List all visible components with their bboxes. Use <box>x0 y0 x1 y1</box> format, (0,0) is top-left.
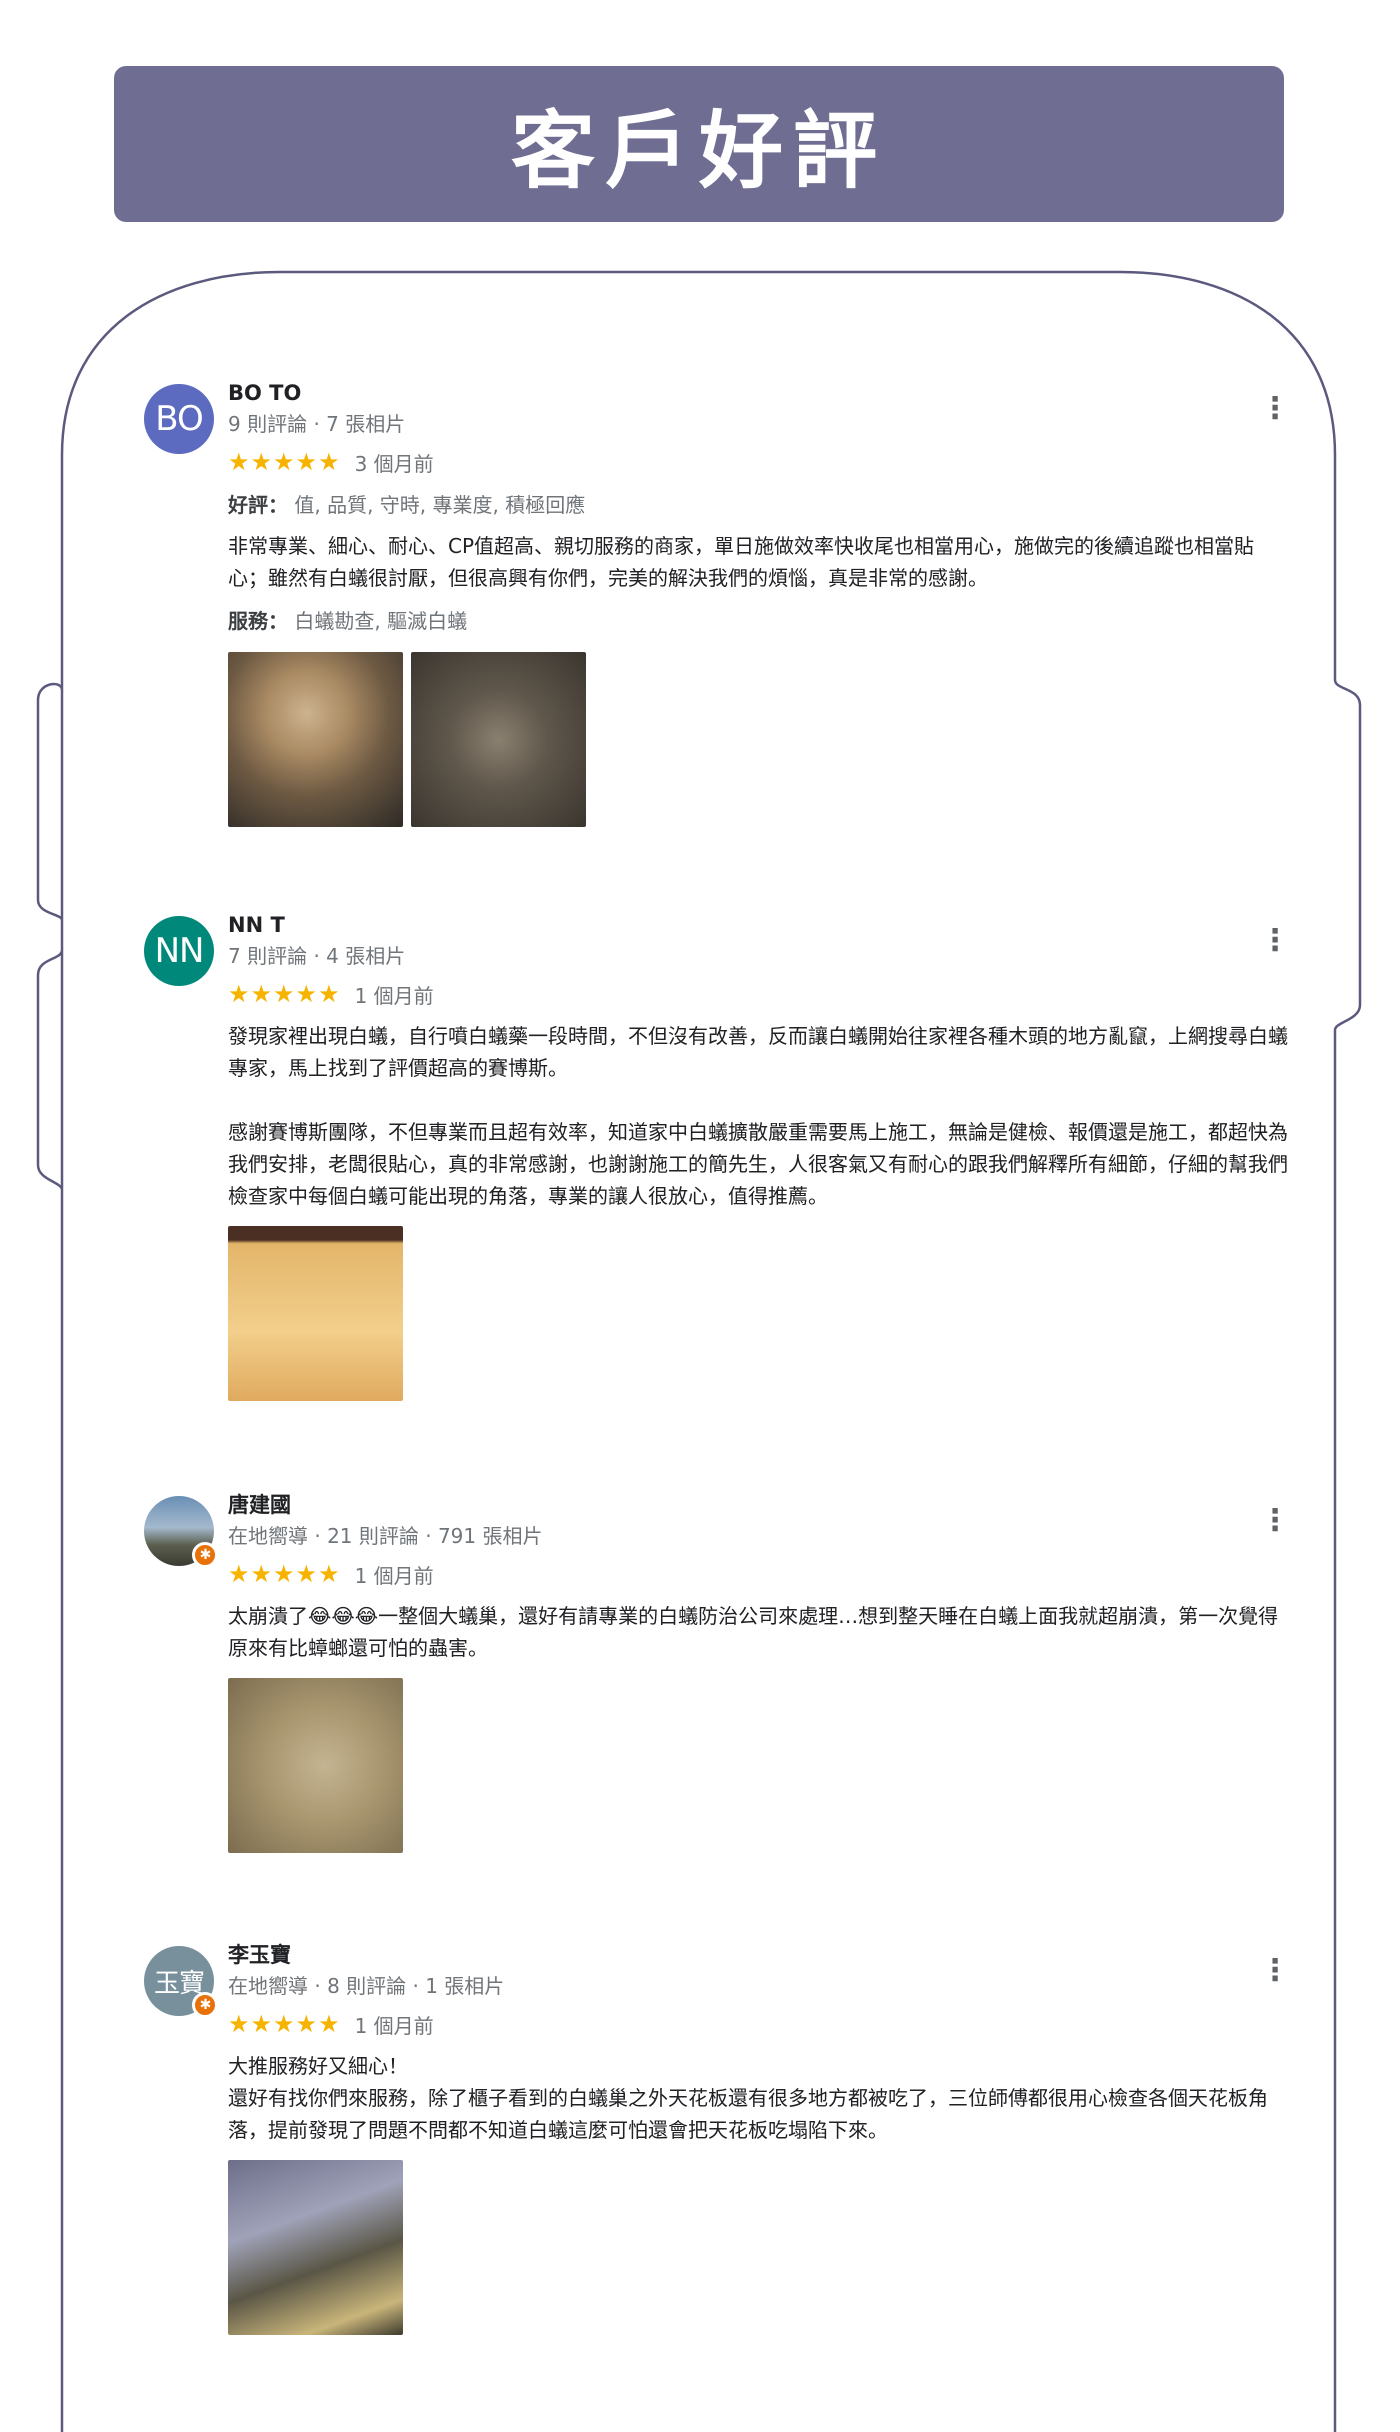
page-title: 客戶好評 <box>510 101 887 200</box>
review-photos <box>228 2160 1288 2335</box>
rating-row: ★★★★★ 1 個月前 <box>228 972 1288 1016</box>
review-time: 3 個月前 <box>354 451 434 476</box>
rating-row: ★★★★★ 3 個月前 <box>228 440 1288 484</box>
review-card: ✱ 唐建國 在地嚮導 · 21 則評論 · 791 張相片 ★★★★★ 1 個月… <box>140 1490 1300 1890</box>
reviewer-name[interactable]: 唐建國 <box>228 1490 1288 1520</box>
review-body: 唐建國 在地嚮導 · 21 則評論 · 791 張相片 ★★★★★ 1 個月前 … <box>228 1490 1288 1853</box>
avatar-initials: NN <box>154 931 205 971</box>
review-text: 太崩潰了😂😂😂一整個大蟻巢，還好有請專業的白蟻防治公司來處理…想到整天睡在白蟻上… <box>228 1604 1279 1660</box>
service-tags: 服務： 白蟻勘查, 驅滅白蟻 <box>228 604 1288 638</box>
review-body: NN T 7 則評論 · 4 張相片 ★★★★★ 1 個月前 發現家裡出現白蟻，… <box>228 910 1288 1401</box>
reviewer-name[interactable]: BO TO <box>228 378 1288 408</box>
review-photos <box>228 1226 1288 1401</box>
review-photo[interactable] <box>228 1678 403 1853</box>
review-card: 玉寶 ✱ 李玉寶 在地嚮導 · 8 則評論 · 1 張相片 ★★★★★ 1 個月… <box>140 1940 1300 2360</box>
avatar[interactable]: NN <box>144 916 214 986</box>
positive-tags-values: 值, 品質, 守時, 專業度, 積極回應 <box>294 493 586 517</box>
reviewer-name[interactable]: 李玉寶 <box>228 1940 1288 1970</box>
local-guide-badge-icon: ✱ <box>192 1542 218 1568</box>
more-options-icon[interactable]: ⋮ <box>1260 1496 1290 1546</box>
more-options-icon[interactable]: ⋮ <box>1260 916 1290 966</box>
positive-tags-label: 好評： <box>228 493 288 517</box>
service-tags-label: 服務： <box>228 609 288 633</box>
avatar[interactable]: ✱ <box>144 1496 218 1568</box>
avatar[interactable]: 玉寶 ✱ <box>144 1946 218 2018</box>
review-photos <box>228 652 1288 827</box>
review-time: 1 個月前 <box>354 983 434 1008</box>
review-text: 大推服務好又細心！ 還好有找你們來服務，除了櫃子看到的白蟻巢之外天花板還有很多地… <box>228 2054 1268 2142</box>
review-photo[interactable] <box>228 652 403 827</box>
star-rating: ★★★★★ <box>228 980 341 1008</box>
review-photos <box>228 1678 1288 1853</box>
reviewer-meta: 7 則評論 · 4 張相片 <box>228 944 406 968</box>
more-options-icon[interactable]: ⋮ <box>1260 384 1290 434</box>
review-time: 1 個月前 <box>354 2013 434 2038</box>
reviewer-name[interactable]: NN T <box>228 910 1288 940</box>
avatar-initials: BO <box>155 399 203 439</box>
review-body: 李玉寶 在地嚮導 · 8 則評論 · 1 張相片 ★★★★★ 1 個月前 大推服… <box>228 1940 1288 2335</box>
review-photo[interactable] <box>228 2160 403 2335</box>
more-options-icon[interactable]: ⋮ <box>1260 1946 1290 1996</box>
star-rating: ★★★★★ <box>228 2010 341 2038</box>
review-text: 非常專業、細心、耐心、CP值超高、親切服務的商家，單日施做效率快收尾也相當用心，… <box>228 534 1255 590</box>
review-photo[interactable] <box>228 1226 403 1401</box>
reviewer-meta: 在地嚮導 · 21 則評論 · 791 張相片 <box>228 1524 543 1548</box>
local-guide-badge-icon: ✱ <box>192 1992 218 2018</box>
review-time: 1 個月前 <box>354 1563 434 1588</box>
review-card: NN NN T 7 則評論 · 4 張相片 ★★★★★ 1 個月前 發現家裡出現… <box>140 910 1300 1420</box>
review-text: 發現家裡出現白蟻，自行噴白蟻藥一段時間，不但沒有改善，反而讓白蟻開始往家裡各種木… <box>228 1024 1288 1208</box>
rating-row: ★★★★★ 1 個月前 <box>228 1552 1288 1596</box>
review-body: BO TO 9 則評論 · 7 張相片 ★★★★★ 3 個月前 好評： 值, 品… <box>228 378 1288 827</box>
review-photo[interactable] <box>411 652 586 827</box>
rating-row: ★★★★★ 1 個月前 <box>228 2002 1288 2046</box>
star-rating: ★★★★★ <box>228 448 341 476</box>
reviewer-meta: 在地嚮導 · 8 則評論 · 1 張相片 <box>228 1974 505 1998</box>
positive-tags: 好評： 值, 品質, 守時, 專業度, 積極回應 <box>228 488 1288 522</box>
reviewer-meta: 9 則評論 · 7 張相片 <box>228 412 406 436</box>
page-header-banner: 客戶好評 <box>114 66 1284 222</box>
service-tags-values: 白蟻勘查, 驅滅白蟻 <box>294 609 468 633</box>
review-card: BO BO TO 9 則評論 · 7 張相片 ★★★★★ 3 個月前 好評： 值… <box>140 378 1300 858</box>
avatar[interactable]: BO <box>144 384 214 454</box>
star-rating: ★★★★★ <box>228 1560 341 1588</box>
